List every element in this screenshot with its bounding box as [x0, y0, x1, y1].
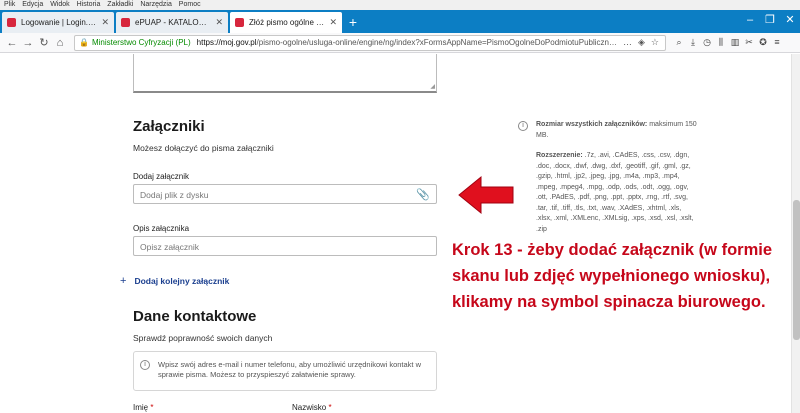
maximize-icon[interactable]: ❐: [760, 10, 780, 33]
home-icon[interactable]: ⌂: [52, 37, 68, 49]
tab-pismo-ogolne[interactable]: Złóż pismo ogólne do podmiotu publiczneg…: [230, 12, 342, 33]
file-label: Dodaj załącznik: [133, 172, 190, 181]
required-marker: *: [150, 403, 154, 412]
minimize-icon[interactable]: –: [740, 10, 760, 33]
max-size-info: Rozmiar wszystkich załączników: maksimum…: [536, 120, 698, 141]
attachments-subtext: Możesz dołączyć do pisma załączniki: [133, 143, 274, 153]
new-tab-button[interactable]: +: [344, 12, 362, 33]
tutorial-annotation: Krok 13 - żeby dodać załącznik (w formie…: [452, 241, 773, 311]
file-placeholder: Dodaj plik z dysku: [140, 190, 209, 200]
menu-item[interactable]: Plik: [4, 1, 15, 8]
contact-subtext: Sprawdź poprawność swoich danych: [133, 333, 273, 343]
description-label: Opis załącznika: [133, 224, 190, 233]
site-identity: Ministerstwo Cyfryzacji (PL): [91, 38, 191, 47]
menu-bar: Plik Edycja Widok Historia Zakładki Narz…: [0, 0, 800, 10]
tab-login[interactable]: Logowanie | Login.gov.pl ✕: [2, 12, 114, 33]
window-controls: – ❐ ✕: [740, 10, 800, 33]
menu-icon[interactable]: ≡: [770, 37, 784, 48]
forward-icon[interactable]: →: [20, 37, 36, 49]
menu-item[interactable]: Pomoc: [179, 1, 201, 8]
bookmark-star-icon[interactable]: ☆: [651, 37, 659, 48]
description-placeholder: Opisz załącznik: [140, 242, 200, 252]
menu-item[interactable]: Historia: [77, 1, 101, 8]
toolbar-icons: ⌕ ⤓ ◷ ⫼ ▥ ✂ ✪ ≡: [672, 37, 784, 48]
url-path: /pismo-ogolne/usluga-online/engine/ng/in…: [256, 38, 619, 47]
plus-icon: +: [120, 275, 127, 287]
add-attachment-link[interactable]: + Dodaj kolejny załącznik: [120, 275, 229, 287]
download-icon[interactable]: ⤓: [686, 37, 700, 48]
first-name-text: Imię: [133, 403, 149, 412]
page-scrollbar[interactable]: [791, 54, 800, 413]
contact-info-box: i Wpisz swój adres e-mail i numer telefo…: [133, 351, 437, 391]
last-name-label: Nazwisko *: [292, 403, 332, 412]
message-textarea[interactable]: ◢: [133, 54, 437, 93]
page-content: ◢ Załączniki Możesz dołączyć do pisma za…: [0, 54, 800, 413]
menu-item[interactable]: Widok: [50, 1, 69, 8]
first-name-label: Imię *: [133, 403, 153, 412]
menu-item[interactable]: Narzędzia: [140, 1, 172, 8]
screenshot-icon[interactable]: ✂: [742, 37, 756, 48]
file-input[interactable]: Dodaj plik z dysku 📎: [133, 184, 437, 204]
close-tab-icon[interactable]: ✕: [101, 17, 109, 28]
extensions-value: .7z, .avi, .CAdES, .css, .csv, .dgn, .do…: [536, 152, 694, 233]
close-tab-icon[interactable]: ✕: [215, 17, 223, 28]
resize-handle-icon[interactable]: ◢: [430, 83, 435, 90]
address-bar-actions: … ◈ ☆: [623, 37, 665, 48]
close-tab-icon[interactable]: ✕: [329, 17, 337, 28]
extension-icon[interactable]: ✪: [756, 37, 770, 48]
library-icon[interactable]: ⫼: [714, 37, 728, 48]
tab-title: ePUAP - KATALOG SPRAW: [135, 18, 211, 27]
tab-bar: Logowanie | Login.gov.pl ✕ ePUAP - KATAL…: [0, 10, 800, 33]
required-marker: *: [328, 403, 332, 412]
last-name-text: Nazwisko: [292, 403, 327, 412]
lock-icon: 🔒: [79, 38, 89, 47]
favicon-icon: [7, 18, 16, 27]
navigation-bar: ← → ↻ ⌂ 🔒 Ministerstwo Cyfryzacji (PL) h…: [0, 33, 800, 53]
description-input[interactable]: Opisz załącznik: [133, 236, 437, 256]
scrollbar-thumb[interactable]: [793, 200, 800, 340]
more-actions-icon[interactable]: …: [623, 37, 632, 48]
url-text: https://moj.gov.pl/pismo-ogolne/usluga-o…: [197, 38, 619, 47]
sidebar-icon[interactable]: ▥: [728, 37, 742, 48]
info-icon: i: [140, 360, 150, 370]
tab-title: Złóż pismo ogólne do podmiotu publiczneg…: [249, 18, 326, 27]
paperclip-icon[interactable]: 📎: [416, 188, 430, 201]
max-size-label: Rozmiar wszystkich załączników:: [536, 121, 648, 128]
contact-info-text: Wpisz swój adres e-mail i numer telefonu…: [158, 360, 422, 379]
extensions-label: Rozszerzenie:: [536, 152, 583, 159]
menu-item[interactable]: Edycja: [22, 1, 43, 8]
add-attachment-label: Dodaj kolejny załącznik: [134, 276, 230, 286]
close-window-icon[interactable]: ✕: [780, 10, 800, 33]
attachment-limits-info: i Rozmiar wszystkich załączników: maksim…: [518, 120, 698, 235]
tab-title: Logowanie | Login.gov.pl: [21, 18, 97, 27]
info-icon: i: [518, 121, 528, 131]
menu-item[interactable]: Zakładki: [107, 1, 133, 8]
pocket-icon[interactable]: ◈: [638, 37, 645, 48]
url-host: https://moj.gov.pl: [196, 38, 257, 47]
reload-icon[interactable]: ↻: [36, 36, 52, 49]
address-bar[interactable]: 🔒 Ministerstwo Cyfryzacji (PL) https://m…: [74, 34, 666, 51]
attachments-heading: Załączniki: [133, 118, 205, 135]
tab-epuap[interactable]: ePUAP - KATALOG SPRAW ✕: [116, 12, 228, 33]
red-arrow-icon: [458, 175, 514, 215]
favicon-icon: [235, 18, 244, 27]
extensions-info: Rozszerzenie: .7z, .avi, .CAdES, .css, .…: [536, 151, 698, 235]
search-icon[interactable]: ⌕: [672, 37, 686, 48]
contact-heading: Dane kontaktowe: [133, 308, 257, 325]
history-icon[interactable]: ◷: [700, 37, 714, 48]
back-icon[interactable]: ←: [4, 37, 20, 49]
favicon-icon: [121, 18, 130, 27]
